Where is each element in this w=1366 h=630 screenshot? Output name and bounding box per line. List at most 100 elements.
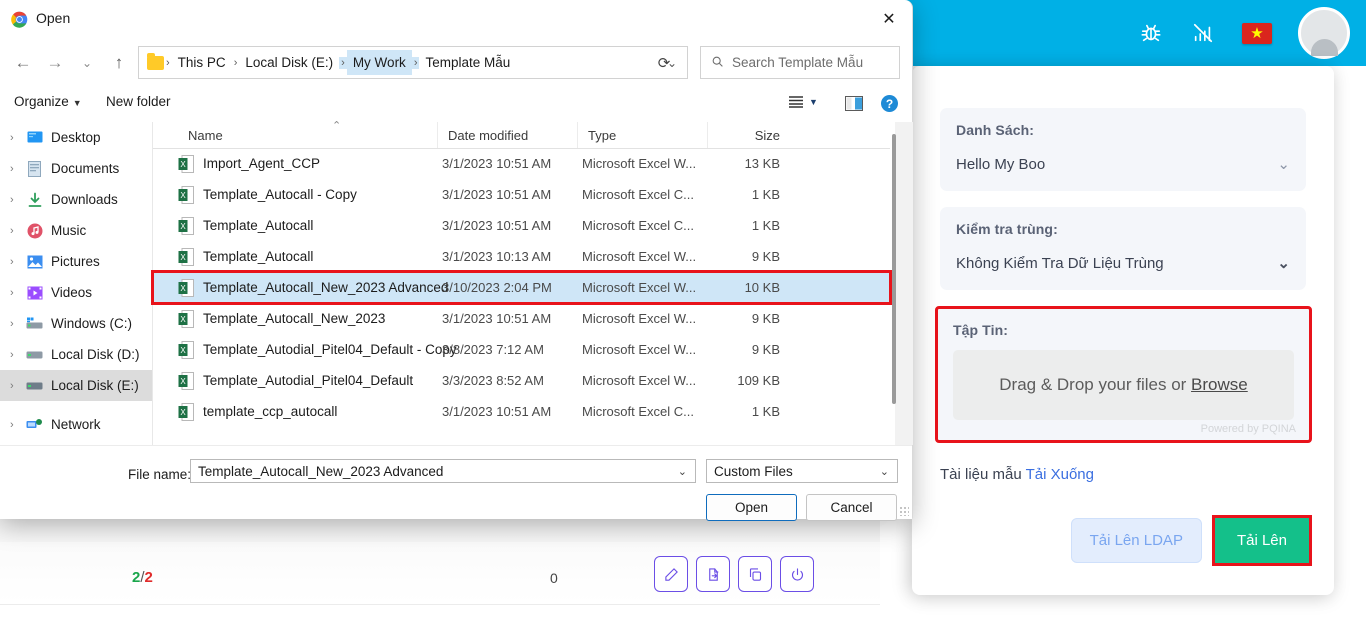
chevron-right-icon[interactable]: ›: [10, 194, 26, 206]
chevron-right-icon[interactable]: ›: [10, 349, 26, 361]
chevron-right-icon[interactable]: ›: [10, 419, 26, 431]
sidebar-item-label: Local Disk (D:): [51, 347, 140, 362]
file-field-label: Tập Tin:: [953, 322, 1008, 338]
sidebar-item-pictures[interactable]: › Pictures: [0, 246, 152, 277]
sidebar-item-local-disk-e[interactable]: › Local Disk (E:): [0, 370, 152, 401]
scrollbar-thumb[interactable]: [892, 134, 896, 404]
chevron-right-icon[interactable]: ›: [10, 256, 26, 268]
excel-file-icon: X: [178, 216, 194, 235]
avatar[interactable]: [1298, 7, 1350, 59]
browse-link[interactable]: Browse: [1191, 375, 1248, 394]
videos-icon: [26, 284, 43, 301]
upload-ldap-button[interactable]: Tải Lên LDAP: [1070, 518, 1202, 563]
search-input[interactable]: Search Template Mẫu: [700, 46, 900, 79]
sidebar-item-label: Network: [51, 417, 101, 432]
sidebar-item-documents[interactable]: › Documents: [0, 153, 152, 184]
sidebar-item-label: Desktop: [51, 130, 101, 145]
chevron-down-icon[interactable]: ⌄: [880, 465, 889, 478]
copy-action-icon[interactable]: [738, 556, 772, 592]
preview-pane-icon[interactable]: [845, 96, 863, 116]
table-row[interactable]: X Import_Agent_CCP 3/1/2023 10:51 AM Mic…: [153, 148, 890, 179]
file-type-filter-select[interactable]: Custom Files ⌄: [706, 459, 898, 483]
dup-check-dropdown[interactable]: Không Kiểm Tra Dữ Liệu Trùng ⌄: [956, 255, 1290, 272]
file-dropzone[interactable]: Drag & Drop your files or Browse: [953, 350, 1294, 420]
file-name: Template_Autodial_Pitel04_Default - Copy: [203, 342, 457, 357]
edit-action-icon[interactable]: [654, 556, 688, 592]
chevron-right-icon[interactable]: ›: [10, 318, 26, 330]
file-name: template_ccp_autocall: [203, 404, 338, 419]
back-icon[interactable]: ←: [8, 48, 38, 78]
breadcrumb-separator: ›: [166, 56, 170, 69]
table-row-selected[interactable]: X Template_Autocall_New_2023 Advanced 3/…: [151, 270, 892, 305]
export-action-icon[interactable]: [696, 556, 730, 592]
view-mode-button[interactable]: ▼: [788, 95, 818, 108]
file-size: 9 KB: [751, 249, 780, 264]
table-row[interactable]: X Template_Autocall 3/1/2023 10:13 AM Mi…: [153, 241, 890, 272]
breadcrumb-item-template-mau[interactable]: Template Mẫu: [419, 50, 516, 75]
help-icon[interactable]: ?: [881, 95, 898, 112]
file-list-scrollbar[interactable]: [892, 122, 913, 445]
desktop-icon: [26, 129, 43, 146]
refresh-icon[interactable]: ⟳: [652, 51, 676, 75]
file-date: 3/1/2023 10:51 AM: [442, 218, 552, 233]
column-header-size[interactable]: Size: [708, 122, 790, 148]
table-row[interactable]: X Template_Autocall - Copy 3/1/2023 10:5…: [153, 179, 890, 210]
excel-file-icon: X: [178, 278, 194, 297]
table-row[interactable]: X Template_Autodial_Pitel04_Default - Co…: [153, 334, 890, 365]
up-icon[interactable]: ↑: [104, 48, 134, 78]
sidebar-item-downloads[interactable]: › Downloads: [0, 184, 152, 215]
column-header-date-modified[interactable]: Date modified: [438, 122, 578, 148]
chevron-right-icon[interactable]: ›: [10, 225, 26, 237]
sidebar-item-windows-c[interactable]: › Windows (C:): [0, 308, 152, 339]
resize-grip[interactable]: [900, 507, 909, 516]
file-size: 9 KB: [751, 311, 780, 326]
organize-button[interactable]: Organize ▼: [14, 94, 82, 109]
cancel-button[interactable]: Cancel: [806, 494, 897, 521]
table-row[interactable]: X Template_Autocall 3/1/2023 10:51 AM Mi…: [153, 210, 890, 241]
file-date: 3/10/2023 2:04 PM: [442, 280, 552, 295]
excel-file-icon: X: [178, 371, 194, 390]
chevron-right-icon[interactable]: ›: [10, 132, 26, 144]
recent-locations-icon[interactable]: ⌄: [72, 48, 102, 78]
open-button[interactable]: Open: [706, 494, 797, 521]
vietnam-flag-icon[interactable]: ★: [1242, 22, 1272, 44]
sidebar-item-videos[interactable]: › Videos: [0, 277, 152, 308]
dup-check-label: Kiểm tra trùng:: [956, 221, 1058, 237]
table-row[interactable]: X template_ccp_autocall 3/1/2023 10:51 A…: [153, 396, 890, 427]
sample-doc-text: Tài liệu mẫu: [940, 466, 1026, 483]
chevron-right-icon[interactable]: ›: [10, 287, 26, 299]
table-row[interactable]: X Template_Autodial_Pitel04_Default 3/3/…: [153, 365, 890, 396]
dialog-titlebar: Open ✕: [0, 0, 912, 38]
list-dropdown[interactable]: Hello My Boo ⌄: [956, 156, 1290, 173]
forward-icon[interactable]: →: [40, 48, 70, 78]
table-row[interactable]: X Template_Autocall_New_2023 3/1/2023 10…: [153, 303, 890, 334]
navigation-tree: › Desktop › Documents › Downloads › Musi…: [0, 122, 152, 445]
breadcrumb-item-local-disk-e[interactable]: Local Disk (E:): [239, 50, 339, 75]
file-name-input[interactable]: Template_Autocall_New_2023 Advanced ⌄: [190, 459, 696, 483]
file-size: 1 KB: [751, 218, 780, 233]
download-sample-link[interactable]: Tải Xuống: [1026, 466, 1094, 483]
file-open-dialog: Open ✕ ← → ⌄ ↑ › This PC › Local Disk (E…: [0, 0, 913, 521]
zero-cell: 0: [550, 570, 558, 586]
signal-off-icon[interactable]: [1190, 20, 1216, 46]
breadcrumb[interactable]: › This PC › Local Disk (E:) › My Work › …: [138, 46, 688, 79]
sidebar-item-music[interactable]: › Music: [0, 215, 152, 246]
column-header-type[interactable]: Type: [578, 122, 708, 148]
sidebar-item-desktop[interactable]: › Desktop: [0, 122, 152, 153]
chevron-down-icon[interactable]: ⌄: [678, 465, 687, 478]
sidebar-item-local-disk-d[interactable]: › Local Disk (D:): [0, 339, 152, 370]
breadcrumb-item-my-work[interactable]: My Work: [346, 50, 412, 75]
sidebar-item-network[interactable]: › Network: [0, 409, 152, 440]
close-icon[interactable]: ✕: [866, 0, 912, 38]
dialog-title: Open: [36, 10, 71, 26]
column-header-name[interactable]: Name ⌃: [178, 120, 438, 148]
power-action-icon[interactable]: [780, 556, 814, 592]
new-folder-button[interactable]: New folder: [106, 94, 171, 109]
breadcrumb-item-this-pc[interactable]: This PC: [172, 50, 232, 75]
svg-text:X: X: [180, 315, 186, 324]
documents-icon: [26, 160, 43, 177]
chevron-right-icon[interactable]: ›: [10, 380, 26, 392]
chevron-right-icon[interactable]: ›: [10, 163, 26, 175]
bug-icon[interactable]: [1138, 20, 1164, 46]
upload-button[interactable]: Tải Lên: [1214, 518, 1309, 563]
